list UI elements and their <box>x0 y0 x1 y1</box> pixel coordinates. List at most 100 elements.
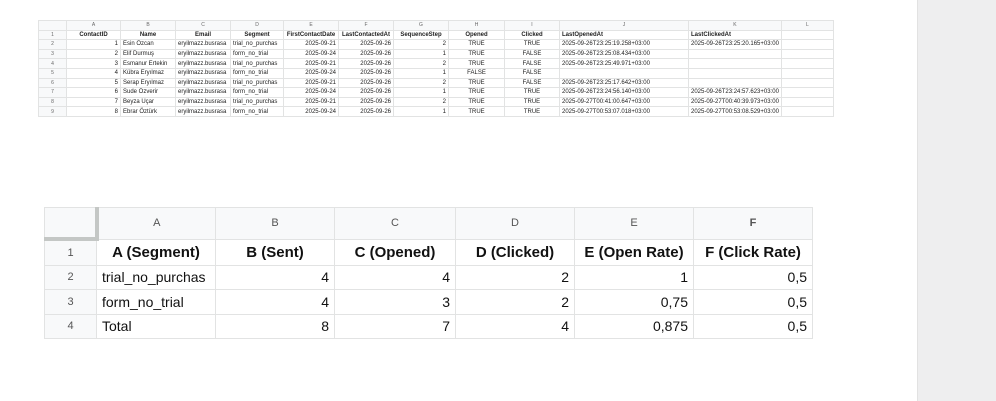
row-header[interactable]: 6 <box>38 77 67 89</box>
cell[interactable]: 1 <box>393 48 449 60</box>
cell[interactable]: 2025-09-26T23:25:20.165+03:00 <box>688 39 782 50</box>
cell[interactable]: 2025-09-21 <box>283 77 339 89</box>
cell[interactable]: form_no_trial <box>96 289 216 315</box>
cell[interactable]: eryilmazz.busrasa <box>175 58 231 69</box>
cell[interactable]: 2025-09-26 <box>338 58 394 69</box>
cell[interactable]: 0,5 <box>693 289 813 315</box>
cell-header[interactable]: ContactID <box>66 29 121 41</box>
cell[interactable]: 1 <box>574 264 694 290</box>
cell[interactable] <box>688 67 782 79</box>
cell[interactable]: TRUE <box>448 77 505 89</box>
cell[interactable]: 2025-09-26 <box>338 67 394 79</box>
cell[interactable]: 2 <box>455 264 575 290</box>
cell[interactable]: 2025-09-26T23:24:57.623+03:00 <box>688 87 782 98</box>
column-header[interactable]: L <box>780 20 834 31</box>
cell[interactable]: 2 <box>393 58 449 69</box>
cell[interactable]: 6 <box>66 87 121 98</box>
cell[interactable]: trial_no_purchas <box>230 77 284 89</box>
cell[interactable]: TRUE <box>448 58 505 69</box>
cell[interactable]: 3 <box>66 58 121 69</box>
cell[interactable]: 7 <box>66 96 121 108</box>
cell[interactable]: 0,5 <box>693 264 813 290</box>
cell[interactable]: FALSE <box>504 48 560 60</box>
cell[interactable]: 7 <box>334 313 456 339</box>
cell[interactable]: 2 <box>393 77 449 89</box>
row-header[interactable]: 3 <box>38 48 67 60</box>
column-header[interactable]: F <box>338 20 394 31</box>
cell[interactable]: FALSE <box>448 67 505 79</box>
cell[interactable]: 5 <box>66 77 121 89</box>
column-header[interactable]: E <box>283 20 339 31</box>
column-header[interactable]: A <box>96 207 216 240</box>
row-header[interactable]: 9 <box>38 106 67 117</box>
cell[interactable]: 2 <box>455 289 575 315</box>
cell[interactable] <box>780 77 834 89</box>
cell[interactable]: 3 <box>334 289 456 315</box>
column-header[interactable]: B <box>215 207 335 240</box>
cell[interactable]: 1 <box>393 67 449 79</box>
column-header[interactable]: I <box>504 20 560 31</box>
cell-header[interactable]: F (Click Rate) <box>693 238 813 266</box>
row-header[interactable]: 1 <box>38 29 67 41</box>
row-header[interactable]: 4 <box>38 58 67 69</box>
cell[interactable]: Elif Durmuş <box>120 48 176 60</box>
cell[interactable]: 0,5 <box>693 313 813 339</box>
cell[interactable]: 8 <box>66 106 121 117</box>
cell[interactable]: TRUE <box>504 106 560 117</box>
row-header[interactable]: 3 <box>44 289 97 315</box>
cell[interactable]: eryilmazz.busrasa <box>175 87 231 98</box>
cell[interactable] <box>780 48 834 60</box>
cell[interactable]: eryilmazz.busrasa <box>175 67 231 79</box>
cell[interactable] <box>688 77 782 89</box>
cell[interactable]: Sude Özverir <box>120 87 176 98</box>
row-header[interactable]: 4 <box>44 313 97 339</box>
column-header[interactable]: A <box>66 20 121 31</box>
column-header[interactable]: H <box>448 20 505 31</box>
cell-header[interactable]: Email <box>175 29 231 41</box>
cell[interactable]: 2025-09-26 <box>338 96 394 108</box>
cell[interactable]: 4 <box>215 264 335 290</box>
cell[interactable]: Esin Özcan <box>120 39 176 50</box>
cell-header[interactable]: LastClickedAt <box>688 29 782 41</box>
column-header[interactable]: K <box>688 20 782 31</box>
row-header[interactable]: 7 <box>38 87 67 98</box>
corner-cell[interactable] <box>38 20 67 31</box>
cell-header[interactable]: SequenceStep <box>393 29 449 41</box>
cell[interactable]: TRUE <box>504 96 560 108</box>
cell[interactable]: 2025-09-27T00:40:39.973+03:00 <box>688 96 782 108</box>
cell[interactable]: 1 <box>66 39 121 50</box>
cell[interactable]: 2025-09-26 <box>338 87 394 98</box>
cell[interactable]: 2025-09-21 <box>283 39 339 50</box>
cell-header[interactable]: LastContactedAt <box>338 29 394 41</box>
cell[interactable]: 4 <box>455 313 575 339</box>
cell-header[interactable]: LastOpenedAt <box>559 29 689 41</box>
cell-header[interactable]: Name <box>120 29 176 41</box>
column-header[interactable]: B <box>120 20 176 31</box>
cell[interactable]: FALSE <box>504 58 560 69</box>
cell[interactable]: 2025-09-27T00:41:00.647+03:00 <box>559 96 689 108</box>
cell[interactable]: 2025-09-26T23:25:17.642+03:00 <box>559 77 689 89</box>
cell[interactable]: TRUE <box>504 39 560 50</box>
column-header[interactable]: C <box>334 207 456 240</box>
cell[interactable]: 2025-09-27T00:53:08.529+03:00 <box>688 106 782 117</box>
column-header-selected[interactable]: F <box>693 207 813 240</box>
column-header[interactable]: C <box>175 20 231 31</box>
row-header[interactable]: 1 <box>44 238 97 266</box>
cell[interactable]: Total <box>96 313 216 339</box>
row-header[interactable]: 2 <box>38 39 67 50</box>
cell[interactable]: FALSE <box>504 77 560 89</box>
cell[interactable]: 2025-09-26 <box>338 106 394 117</box>
cell[interactable]: TRUE <box>448 48 505 60</box>
cell[interactable]: Serap Eryılmaz <box>120 77 176 89</box>
cell[interactable]: 2025-09-26T23:24:56.140+03:00 <box>559 87 689 98</box>
cell[interactable]: Kübra Eryılmaz <box>120 67 176 79</box>
cell[interactable]: TRUE <box>504 87 560 98</box>
cell[interactable] <box>780 39 834 50</box>
cell[interactable]: TRUE <box>448 106 505 117</box>
cell[interactable]: 8 <box>215 313 335 339</box>
cell[interactable]: form_no_trial <box>230 106 284 117</box>
cell[interactable]: trial_no_purchas <box>230 58 284 69</box>
column-header[interactable]: D <box>455 207 575 240</box>
cell[interactable] <box>559 67 689 79</box>
cell[interactable]: TRUE <box>448 96 505 108</box>
